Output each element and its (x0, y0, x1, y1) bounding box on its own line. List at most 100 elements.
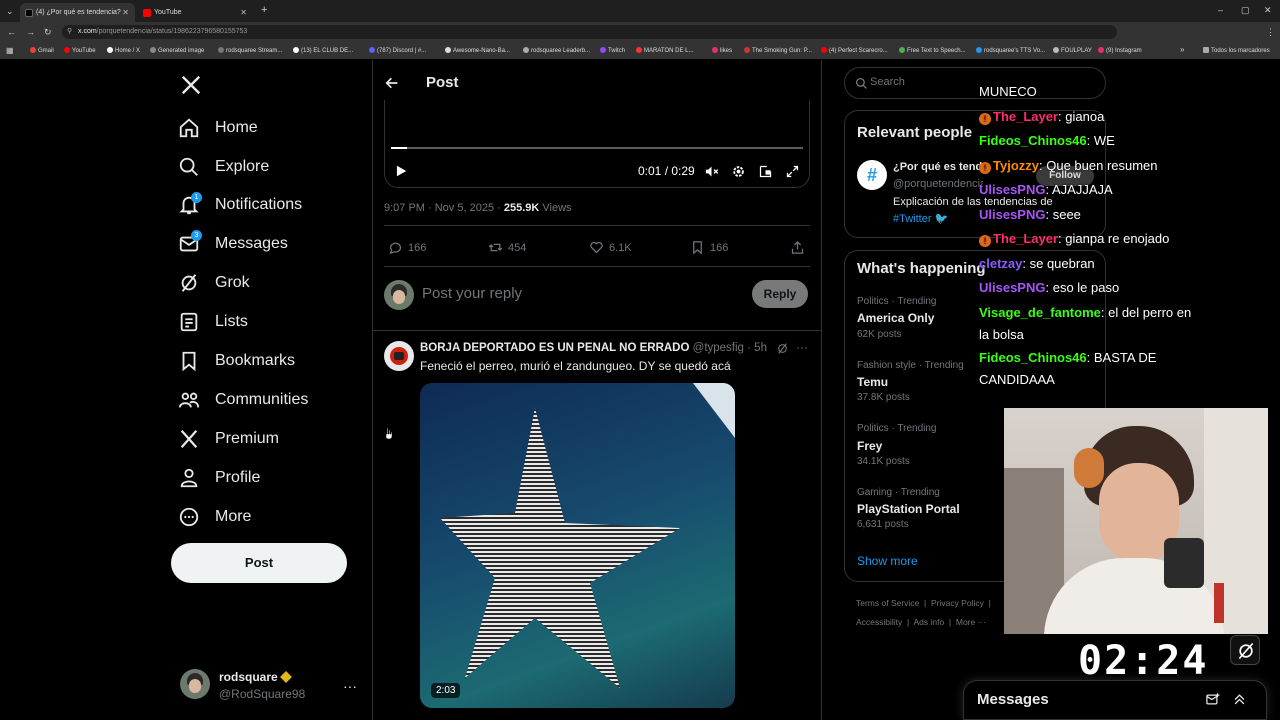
chat-username: Fideos_Chinos46 (979, 350, 1087, 365)
footer-link[interactable]: Ads info (913, 617, 944, 627)
hashtag-link[interactable]: #Twitter 🐦 (893, 212, 948, 225)
maximize-icon[interactable]: ▢ (1241, 5, 1250, 15)
nav-home[interactable]: Home (178, 110, 358, 146)
bookmark-item[interactable]: Gmail (30, 45, 54, 57)
reply-author-name[interactable]: BORJA DEPORTADO ES UN PENAL NO ERRADO (420, 342, 689, 354)
account-avatar[interactable] (180, 669, 210, 699)
all-bookmarks-folder[interactable]: Todos los marcadores (1203, 45, 1270, 57)
close-window-icon[interactable]: ✕ (1264, 5, 1272, 15)
reply-author-avatar[interactable] (384, 341, 414, 371)
bookmark-action[interactable]: 166 (690, 240, 728, 255)
tab-title: (4) ¿Por qué es tendencia? (36, 9, 121, 16)
picture-in-picture-icon[interactable] (758, 164, 773, 179)
url-domain: x.com (78, 28, 97, 35)
nav-messages[interactable]: Messages (178, 226, 358, 262)
footer-link[interactable]: Terms of Service (856, 598, 919, 608)
back-arrow-icon[interactable] (384, 75, 400, 91)
reply-author-handle[interactable]: @typesfig (693, 342, 744, 354)
settings-gear-icon[interactable] (731, 164, 746, 179)
x-logo-icon[interactable] (180, 74, 202, 96)
account-menu-icon[interactable]: ··· (343, 678, 357, 694)
reply-video-thumbnail[interactable]: 2:03 (420, 383, 735, 708)
bookmark-item[interactable]: MARATON DE L... (636, 45, 693, 57)
nav-notifications[interactable]: Notifications (178, 187, 358, 223)
bookmark-item[interactable]: rodsquaree Stream... (218, 45, 282, 57)
minimize-icon[interactable]: – (1218, 5, 1223, 15)
bookmark-item[interactable]: (787) Discord | #... (369, 45, 426, 57)
bookmark-item[interactable]: Twitch (600, 45, 625, 57)
grok-explain-icon[interactable] (776, 342, 789, 355)
bookmark-item[interactable]: Free Text to Speech... (899, 45, 966, 57)
divider (373, 330, 821, 331)
play-icon[interactable] (394, 164, 408, 178)
video-scrubber[interactable] (391, 147, 803, 149)
back-icon[interactable]: ← (7, 27, 16, 37)
bookmark-item[interactable]: (13) EL CLUB DE... (293, 45, 353, 57)
bookmark-item[interactable]: (9) Instagram (1098, 45, 1142, 57)
bookmark-item[interactable]: rodsquaree's TTS Vo... (976, 45, 1045, 57)
footer-link[interactable]: Accessibility (856, 617, 902, 627)
post-button[interactable]: Post (171, 543, 347, 583)
trend-name[interactable]: Frey (857, 439, 882, 453)
more-bookmarks-icon[interactable]: » (1180, 45, 1184, 55)
kebab-menu-icon[interactable]: ⋮ (1266, 27, 1275, 37)
bookmark-item[interactable]: Awesome-Nano-Ba... (445, 45, 510, 57)
site-info-icon[interactable]: ⚲ (67, 25, 72, 39)
fullscreen-icon[interactable] (785, 164, 800, 179)
reply-action[interactable]: 166 (388, 240, 426, 255)
new-message-icon[interactable] (1205, 692, 1220, 707)
reply-button[interactable]: Reply (752, 280, 808, 308)
trend-name[interactable]: Temu (857, 375, 888, 389)
bookmark-item[interactable]: Generated image (150, 45, 204, 57)
repost-action[interactable]: 454 (488, 240, 526, 255)
tab-active[interactable]: (4) ¿Por qué es tendencia? ✕ (20, 3, 135, 22)
chat-message: ! Tyjozzy: Que buen resumen (979, 155, 1204, 177)
chat-username: UlisesPNG (979, 207, 1046, 222)
forward-icon[interactable]: → (26, 27, 35, 37)
nav-bookmarks[interactable]: Bookmarks (178, 343, 358, 379)
bookmark-item[interactable]: The Smoking Gun: P... (744, 45, 812, 57)
video-player[interactable] (384, 100, 810, 188)
share-icon[interactable] (790, 240, 805, 255)
close-tab-icon[interactable]: ✕ (122, 3, 129, 22)
nav-profile[interactable]: Profile (178, 460, 358, 496)
account-name[interactable]: rodsquare (219, 670, 292, 684)
bookmark-item[interactable]: YouTube (64, 45, 96, 57)
nav-explore[interactable]: Explore (178, 149, 358, 185)
bookmark-item[interactable]: (4) Perfect Scarecro... (821, 45, 888, 57)
trend-count: 62K posts (857, 329, 902, 340)
repost-icon (488, 243, 503, 252)
nav-communities[interactable]: Communities (178, 382, 358, 418)
nav-grok[interactable]: Grok (178, 265, 358, 301)
footer-link[interactable]: More ··· (956, 617, 986, 627)
reload-icon[interactable]: ↻ (44, 27, 52, 37)
grok-floating-button[interactable] (1230, 635, 1260, 665)
address-bar[interactable]: ⚲ x.com/porquetendencia/status/198622379… (62, 25, 1117, 39)
bookmark-item[interactable]: rodsquaree Leaderb... (523, 45, 590, 57)
footer-link[interactable]: Privacy Policy (931, 598, 984, 608)
mute-icon[interactable] (704, 164, 719, 179)
relevant-handle[interactable]: @porquetendencia (893, 178, 983, 190)
nav-lists[interactable]: Lists (178, 304, 358, 340)
hashtag-avatar-icon[interactable]: # (857, 160, 887, 190)
close-tab-icon[interactable]: ✕ (240, 3, 247, 22)
bookmark-item[interactable]: Home / X (107, 45, 140, 57)
more-options-icon[interactable]: ··· (796, 340, 808, 354)
apps-grid-icon[interactable]: ▦ (6, 46, 14, 56)
show-more-link[interactable]: Show more (857, 554, 918, 568)
nav-premium[interactable]: Premium (178, 421, 358, 457)
tab-youtube[interactable]: YouTube ✕ (138, 3, 253, 22)
tab-menu-icon[interactable]: ⌄ (6, 6, 14, 16)
new-tab-icon[interactable]: + (261, 5, 267, 16)
relevant-name[interactable]: ¿Por qué es tendencia? (893, 161, 983, 173)
trend-name[interactable]: America Only (857, 311, 934, 325)
nav-more[interactable]: More (178, 499, 358, 535)
bookmark-item[interactable]: likes (712, 45, 732, 57)
trend-count: 6,631 posts (857, 519, 909, 530)
like-action[interactable]: 6.1K (589, 240, 632, 255)
bookmark-item[interactable]: FOULPLAY (1053, 45, 1092, 57)
trend-name[interactable]: PlayStation Portal (857, 502, 960, 516)
reply-input[interactable]: Post your reply (422, 285, 522, 302)
nav-label: Notifications (215, 196, 303, 213)
chevron-up-icon[interactable] (1232, 692, 1247, 707)
